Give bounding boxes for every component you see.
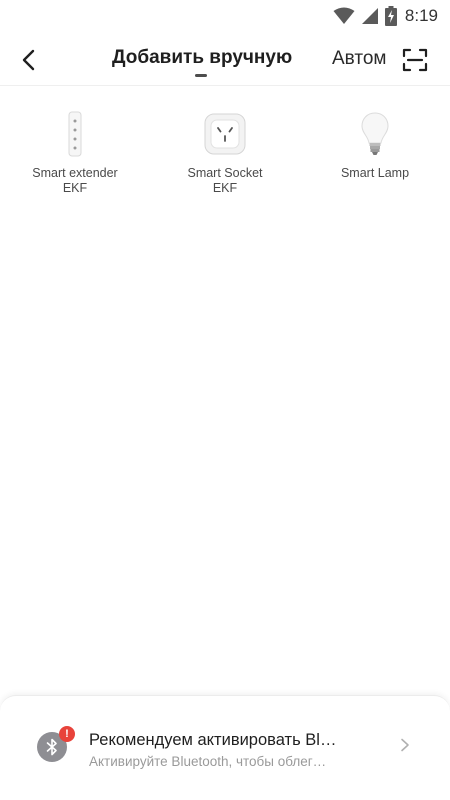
device-grid: Smart extender EKF Smart Socket EKF Smar [0, 108, 450, 196]
scan-icon [402, 48, 428, 72]
alert-badge: ! [59, 726, 75, 742]
smart-socket-icon [200, 108, 250, 160]
signal-icon [361, 8, 378, 24]
bluetooth-prompt-title: Рекомендуем активировать Bl… [89, 731, 337, 749]
chevron-right-icon [401, 738, 409, 752]
device-label: Smart Lamp [340, 166, 410, 180]
power-strip-icon [50, 108, 100, 160]
device-label: Smart Socket EKF [187, 166, 263, 195]
active-tab-indicator [195, 74, 207, 77]
tab-auto[interactable]: Автом [332, 48, 388, 70]
device-label: Smart extender EKF [32, 166, 118, 195]
back-arrow-icon [22, 49, 35, 71]
back-button[interactable] [12, 44, 44, 76]
device-smart-socket[interactable]: Smart Socket EKF [150, 108, 300, 196]
bluetooth-prompt[interactable]: ! Рекомендуем активировать Bl… Активируй… [0, 695, 450, 800]
bluetooth-prompt-subtitle: Активируйте Bluetooth, чтобы облег… [89, 754, 327, 769]
status-time: 8:19 [404, 6, 438, 25]
tab-manual-add[interactable]: Добавить вручную [112, 47, 292, 69]
battery-charging-icon [384, 6, 397, 26]
status-icons: 8:19 [333, 5, 438, 27]
wifi-icon [333, 7, 355, 24]
device-smart-lamp[interactable]: Smart Lamp [300, 108, 450, 196]
light-bulb-icon [350, 108, 400, 160]
header: Добавить вручную Автом [0, 32, 450, 86]
status-bar: 8:19 [0, 0, 450, 32]
device-smart-extender[interactable]: Smart extender EKF [0, 108, 150, 196]
scan-button[interactable] [400, 45, 430, 75]
